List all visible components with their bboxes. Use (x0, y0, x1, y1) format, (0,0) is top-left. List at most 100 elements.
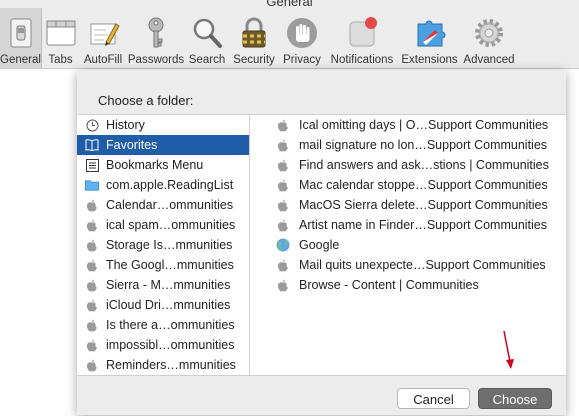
tab-tabs-label: Tabs (48, 54, 73, 66)
switch-icon (4, 16, 38, 50)
sidebar-item-bookmark[interactable]: Storage Is…mmunities (77, 235, 249, 255)
apple-icon (276, 178, 290, 192)
list-item[interactable]: mail signature no lon…Support Communitie… (250, 135, 566, 155)
sidebar-item-bookmark[interactable]: Is there a…ommunities (77, 315, 249, 335)
sidebar-item-bookmark[interactable]: Calendar…ommunities (77, 195, 249, 215)
tab-general-label: General (0, 54, 41, 66)
magnifier-icon (190, 16, 224, 50)
apple-icon (276, 218, 290, 232)
clock-icon (85, 118, 99, 132)
tab-extensions-label: Extensions (401, 54, 458, 66)
sidebar-item-label: The Googl…mmunities (106, 258, 234, 272)
tab-autofill[interactable]: AutoFill (79, 8, 127, 68)
sidebar-item-bookmark[interactable]: iCloud Dri…mmunities (77, 295, 249, 315)
book-icon (85, 138, 99, 152)
tab-passwords-label: Passwords (127, 54, 185, 66)
preferences-toolbar: General Tabs AutoFill Passwords Search S… (0, 8, 579, 68)
sidebar-item-label: Sierra - M…mmunities (106, 278, 231, 292)
tab-security-label: Security (233, 54, 275, 66)
tab-general[interactable]: General (0, 8, 42, 68)
apple-icon (276, 258, 290, 272)
menu-list-icon (85, 158, 99, 172)
key-icon (139, 16, 173, 50)
notification-badge-icon (345, 16, 379, 50)
padlock-icon (237, 16, 271, 50)
globe-icon (276, 238, 290, 252)
list-item[interactable]: Artist name in Finder…Support Communitie… (250, 215, 566, 235)
list-item[interactable]: Mac calendar stoppe…Support Communities (250, 175, 566, 195)
sidebar-item-label: iCloud Dri…mmunities (106, 298, 231, 312)
tab-extensions[interactable]: Extensions (399, 8, 460, 68)
list-item-label: Browse - Content | Communities (299, 278, 479, 292)
dialog-button-bar: Cancel Choose (77, 375, 566, 416)
list-item-label: Ical omitting days | O…Support Communiti… (299, 118, 549, 132)
apple-icon (85, 278, 99, 292)
apple-icon (85, 198, 99, 212)
tab-security[interactable]: Security (229, 8, 279, 68)
sidebar-item-label: com.apple.ReadingList (106, 178, 234, 192)
sidebar-item-bookmark[interactable]: impossibl…ommunities (77, 335, 249, 355)
sidebar-item-history[interactable]: History (77, 115, 249, 135)
tabs-icon (44, 16, 78, 50)
sidebar-item-reading-list[interactable]: com.apple.ReadingList (77, 175, 249, 195)
sidebar-item-bookmarks-menu[interactable]: Bookmarks Menu (77, 155, 249, 175)
apple-icon (276, 138, 290, 152)
tab-passwords[interactable]: Passwords (127, 8, 185, 68)
list-item-label: MacOS Sierra delete…Support Communities (299, 198, 548, 212)
red-arrow-annotation (503, 330, 514, 369)
list-item-label: Google (299, 238, 340, 252)
apple-icon (276, 118, 290, 132)
choose-folder-dialog: Choose a folder: History Favorites Bookm… (77, 70, 566, 415)
folder-sidebar: History Favorites Bookmarks Menu com.app… (77, 114, 250, 376)
apple-icon (85, 258, 99, 272)
list-item[interactable]: Ical omitting days | O…Support Communiti… (250, 115, 566, 135)
apple-icon (276, 198, 290, 212)
list-item-label: Mail quits unexpecte…Support Communities (299, 258, 546, 272)
list-item-label: Artist name in Finder…Support Communitie… (299, 218, 548, 232)
cancel-button[interactable]: Cancel (397, 388, 470, 409)
sidebar-item-label: ical spam…ommunities (106, 218, 236, 232)
apple-icon (85, 358, 99, 372)
apple-icon (85, 238, 99, 252)
tab-privacy[interactable]: Privacy (279, 8, 325, 68)
sidebar-item-label: Bookmarks Menu (106, 158, 204, 172)
apple-icon (85, 338, 99, 352)
sidebar-item-label: Storage Is…mmunities (106, 238, 233, 252)
tab-search[interactable]: Search (185, 8, 229, 68)
list-item-label: mail signature no lon…Support Communitie… (299, 138, 548, 152)
tab-autofill-label: AutoFill (83, 54, 123, 66)
list-item[interactable]: Mail quits unexpecte…Support Communities (250, 255, 566, 275)
sidebar-item-bookmark[interactable]: Reminders…mmunities (77, 355, 249, 375)
list-item[interactable]: Browse - Content | Communities (250, 275, 566, 295)
tab-advanced-label: Advanced (463, 54, 515, 66)
list-item-label: Find answers and ask…stions | Communitie… (299, 158, 549, 172)
list-item[interactable]: Google (250, 235, 566, 255)
tab-advanced[interactable]: Advanced (460, 8, 518, 68)
list-item-label: Mac calendar stoppe…Support Communities (299, 178, 548, 192)
folder-icon (85, 178, 99, 192)
sidebar-item-label: History (106, 118, 145, 132)
list-item[interactable]: MacOS Sierra delete…Support Communities (250, 195, 566, 215)
apple-icon (85, 298, 99, 312)
tab-search-label: Search (188, 54, 226, 66)
sidebar-item-bookmark[interactable]: Sierra - M…mmunities (77, 275, 249, 295)
hand-icon (285, 16, 319, 50)
sidebar-item-label: Calendar…ommunities (106, 198, 234, 212)
apple-icon (85, 218, 99, 232)
sidebar-item-bookmark[interactable]: ical spam…ommunities (77, 215, 249, 235)
tab-notifications[interactable]: Notifications (325, 8, 399, 68)
list-item[interactable]: Find answers and ask…stions | Communitie… (250, 155, 566, 175)
sidebar-item-bookmark[interactable]: The Googl…mmunities (77, 255, 249, 275)
gear-icon (472, 16, 506, 50)
tab-notifications-label: Notifications (330, 54, 394, 66)
choose-button[interactable]: Choose (478, 388, 552, 409)
tab-tabs[interactable]: Tabs (42, 8, 79, 68)
pencil-form-icon (86, 16, 120, 50)
dialog-title: Choose a folder: (98, 93, 194, 108)
folder-contents-list: Ical omitting days | O…Support Communiti… (250, 114, 566, 376)
sidebar-item-favorites[interactable]: Favorites (77, 135, 249, 155)
apple-icon (276, 158, 290, 172)
puzzle-compass-icon (413, 16, 447, 50)
apple-icon (276, 278, 290, 292)
apple-icon (85, 318, 99, 332)
